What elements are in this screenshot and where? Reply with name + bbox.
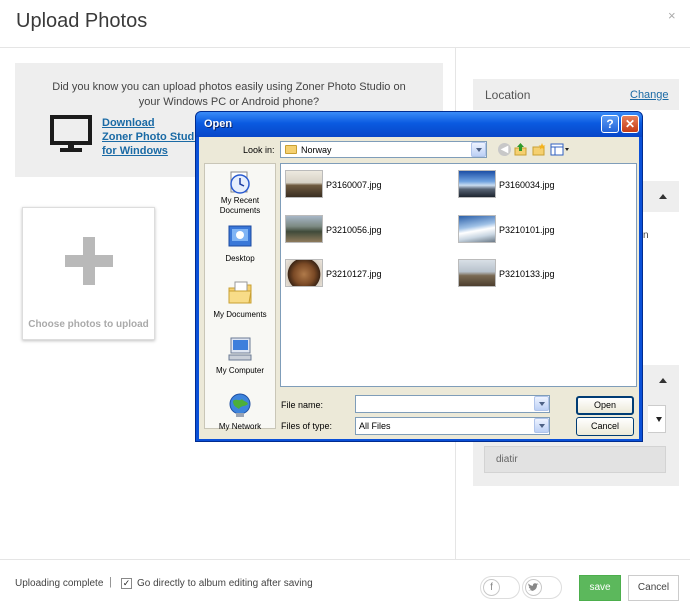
- place-my-recent-documents[interactable]: My Recent Documents: [205, 168, 275, 224]
- plus-icon: [65, 237, 113, 290]
- save-button[interactable]: save: [579, 575, 621, 601]
- help-button[interactable]: ?: [601, 115, 619, 133]
- location-label: Location: [485, 88, 531, 102]
- my-computer-icon: [227, 336, 253, 367]
- file-item[interactable]: P3210133.jpg: [458, 259, 608, 293]
- file-name: P3210127.jpg: [326, 269, 382, 279]
- cancel-button[interactable]: Cancel: [628, 575, 679, 601]
- look-in-value: Norway: [301, 145, 332, 155]
- download-link-line-1[interactable]: Download: [102, 116, 204, 130]
- place-my-network[interactable]: My Network: [205, 392, 275, 448]
- footer-separator: |: [109, 576, 112, 588]
- download-zps-link[interactable]: Download Zoner Photo Studio for Windows: [102, 116, 204, 158]
- folder-icon: [285, 145, 297, 154]
- image-thumbnail: [285, 170, 323, 198]
- file-item[interactable]: P3210056.jpg: [285, 215, 435, 249]
- go-to-editing-label[interactable]: Go directly to album editing after savin…: [137, 578, 313, 589]
- places-bar: My Recent Documents Desktop My Documents: [204, 163, 276, 431]
- twitter-share-button[interactable]: [522, 576, 562, 599]
- dialog-titlebar[interactable]: Open ? ✕: [196, 112, 642, 137]
- file-name: P3210133.jpg: [499, 269, 555, 279]
- file-type-select[interactable]: All Files: [355, 417, 550, 435]
- chevron-up-icon[interactable]: [659, 378, 667, 383]
- file-name: P3210056.jpg: [326, 225, 382, 235]
- desktop-icon: [227, 224, 253, 255]
- look-in-label: Look in:: [243, 145, 275, 155]
- sidebar-partial-text: n: [643, 230, 649, 241]
- image-thumbnail: [458, 215, 496, 243]
- go-to-editing-checkbox[interactable]: ✓: [121, 578, 132, 589]
- monitor-icon: [50, 115, 92, 160]
- close-icon[interactable]: ×: [668, 8, 676, 23]
- chevron-up-icon[interactable]: [659, 194, 667, 199]
- file-item[interactable]: P3160007.jpg: [285, 170, 435, 204]
- file-name: P3210101.jpg: [499, 225, 555, 235]
- place-desktop[interactable]: Desktop: [205, 224, 275, 280]
- file-name: P3160034.jpg: [499, 180, 555, 190]
- chevron-down-icon: [476, 148, 482, 152]
- facebook-share-button[interactable]: f: [480, 576, 520, 599]
- tag-value: diatir: [496, 454, 518, 465]
- file-name-label: File name:: [281, 400, 324, 410]
- promo-text-line-1: Did you know you can upload photos easil…: [52, 81, 406, 93]
- place-label: My Recent: [220, 196, 260, 205]
- footer-divider: [0, 559, 690, 560]
- tag-input[interactable]: diatir: [484, 446, 666, 473]
- upload-status: Uploading complete: [15, 578, 104, 589]
- choose-photos-label: Choose photos to upload: [28, 319, 149, 330]
- up-folder-icon[interactable]: [514, 143, 527, 156]
- views-menu-icon[interactable]: [550, 143, 572, 156]
- chevron-down-icon: [539, 402, 545, 406]
- file-type-value: All Files: [359, 421, 391, 431]
- file-type-label: Files of type:: [281, 421, 333, 431]
- file-name-input[interactable]: [355, 395, 550, 413]
- open-dialog: Open ? ✕ Look in: Norway ◀ My Recent Doc…: [195, 111, 643, 442]
- new-folder-icon[interactable]: [532, 143, 546, 156]
- look-in-select[interactable]: Norway: [280, 141, 487, 158]
- chevron-down-icon[interactable]: [656, 417, 662, 422]
- image-thumbnail: [285, 215, 323, 243]
- place-label: Desktop: [225, 254, 255, 263]
- back-icon[interactable]: ◀: [498, 143, 511, 156]
- download-link-line-2[interactable]: Zoner Photo Studio: [102, 130, 204, 144]
- place-my-documents[interactable]: My Documents: [205, 280, 275, 336]
- file-name-dropdown-button[interactable]: [534, 396, 549, 411]
- header-divider: [0, 47, 690, 48]
- my-documents-icon: [227, 280, 253, 311]
- facebook-icon: f: [483, 579, 500, 596]
- promo-text: Did you know you can upload photos easil…: [15, 80, 443, 110]
- open-button[interactable]: Open: [576, 396, 634, 415]
- image-thumbnail: [458, 170, 496, 198]
- my-network-icon: [227, 392, 253, 423]
- dialog-close-button[interactable]: ✕: [621, 115, 639, 133]
- file-list[interactable]: P3160007.jpg P3160034.jpg P3210056.jpg P…: [280, 163, 637, 387]
- dialog-title: Open: [204, 118, 233, 130]
- look-in-dropdown-button[interactable]: [471, 142, 486, 157]
- file-name: P3160007.jpg: [326, 180, 382, 190]
- place-my-computer[interactable]: My Computer: [205, 336, 275, 392]
- image-thumbnail: [458, 259, 496, 287]
- location-panel: Location Change: [473, 79, 679, 110]
- place-label: Documents: [219, 206, 261, 215]
- promo-text-line-2: your Windows PC or Android phone?: [138, 96, 320, 108]
- image-thumbnail: [285, 259, 323, 287]
- choose-photos-button[interactable]: Choose photos to upload: [22, 207, 155, 340]
- file-item[interactable]: P3210127.jpg: [285, 259, 435, 293]
- page-title: Upload Photos: [16, 10, 148, 32]
- dialog-body: Look in: Norway ◀ My Recent Documents De…: [199, 137, 639, 439]
- dialog-cancel-button[interactable]: Cancel: [576, 417, 634, 436]
- download-link-line-3[interactable]: for Windows: [102, 144, 204, 158]
- twitter-icon: [525, 579, 542, 596]
- change-location-link[interactable]: Change: [630, 89, 669, 101]
- place-label: My Computer: [215, 366, 264, 375]
- file-type-dropdown-button[interactable]: [534, 418, 549, 433]
- place-label: My Documents: [213, 310, 267, 319]
- file-item[interactable]: P3210101.jpg: [458, 215, 608, 249]
- chevron-down-icon: [539, 424, 545, 428]
- file-item[interactable]: P3160034.jpg: [458, 170, 608, 204]
- place-label: My Network: [218, 422, 262, 431]
